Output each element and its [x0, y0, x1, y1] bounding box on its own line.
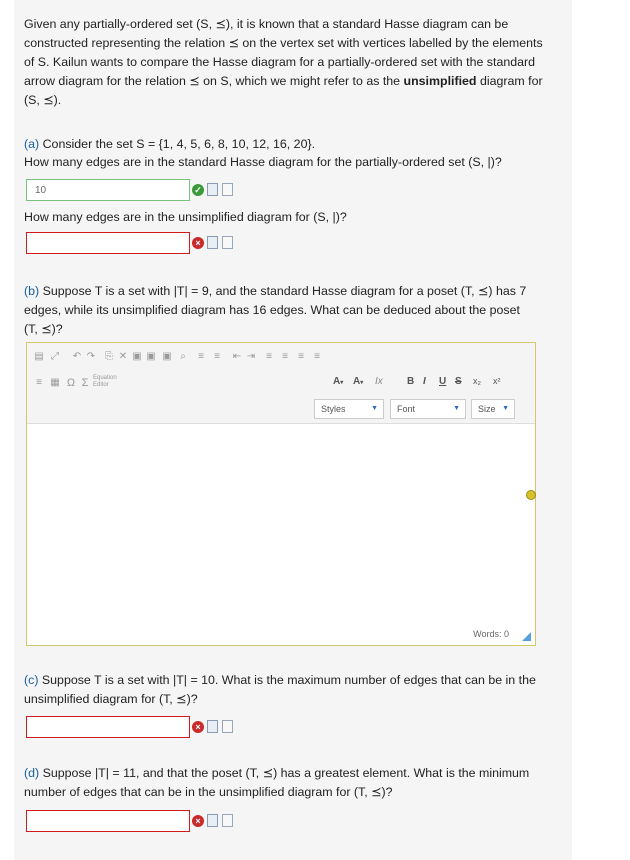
bulleted-list-icon[interactable]: ≡: [211, 351, 223, 363]
part-d-line-2: number of edges that can be in the unsim…: [24, 785, 393, 799]
worksheet-icon[interactable]: [207, 814, 218, 827]
remove-format-button[interactable]: Ix: [375, 376, 383, 387]
answer-c-input[interactable]: [26, 716, 190, 738]
worksheet-icon[interactable]: [207, 236, 218, 249]
bold-button[interactable]: B: [407, 376, 414, 387]
incorrect-x-icon: ×: [192, 815, 204, 827]
cut-icon[interactable]: ✕: [117, 351, 129, 363]
outdent-icon[interactable]: ⇤: [231, 351, 243, 363]
equation-editor-label[interactable]: Equation Editor: [93, 375, 117, 389]
font-color-button[interactable]: A▾: [333, 376, 343, 387]
intro-line-1: Given any partially-ordered set (S, ⪯), …: [24, 17, 509, 31]
align-right-icon[interactable]: ≡: [295, 351, 307, 363]
paste-text-icon[interactable]: ▣: [145, 351, 157, 363]
correct-check-icon: ✓: [192, 184, 204, 196]
answer-a2-input[interactable]: [26, 232, 190, 254]
strikethrough-button[interactable]: S: [455, 376, 462, 387]
intro-line-2: constructed representing the relation ⪯ …: [24, 36, 543, 50]
superscript-button[interactable]: x²: [493, 376, 501, 386]
part-d-line-1: (d) Suppose |T| = 11, and that the poset…: [24, 766, 530, 780]
part-c-line-1: (c) Suppose T is a set with |T| = 10. Wh…: [24, 673, 536, 687]
part-b-line-1: (b) Suppose T is a set with |T| = 9, and…: [24, 284, 527, 298]
part-b-line-2: edges, while its unsimplified diagram ha…: [24, 303, 520, 317]
horizontal-line-icon[interactable]: ≡: [33, 377, 45, 389]
size-dropdown[interactable]: Size ▼: [471, 399, 515, 419]
answer-a1-input[interactable]: 10: [26, 179, 190, 201]
part-c-line-2: unsimplified diagram for (T, ⪯)?: [24, 692, 198, 706]
special-char-icon[interactable]: Ω: [65, 377, 77, 389]
intro-line-3: of S. Kailun wants to compare the Hasse …: [24, 55, 536, 69]
redo-icon[interactable]: ↷: [85, 351, 97, 363]
document-icon[interactable]: [222, 814, 233, 827]
styles-dropdown[interactable]: Styles ▼: [314, 399, 384, 419]
incorrect-x-icon: ×: [192, 237, 204, 249]
paste-word-icon[interactable]: ▣: [161, 351, 173, 363]
maximize-icon[interactable]: ⤢: [49, 351, 61, 363]
part-b-label: (b): [24, 284, 40, 298]
document-icon[interactable]: [222, 720, 233, 733]
bg-color-button[interactable]: A▾: [353, 376, 363, 387]
worksheet-icon[interactable]: [207, 183, 218, 196]
paste-icon[interactable]: ▣: [131, 351, 143, 363]
rich-text-editor[interactable]: ▤ ⤢ ↶ ↷ ⎘ ✕ ▣ ▣ ▣ ⌕ ≡ ≡ ⇤ ⇥ ≡ ≡ ≡ ≡ ≡ ▦ …: [26, 342, 536, 646]
part-a-label: (a): [24, 137, 40, 151]
find-icon[interactable]: ⌕: [177, 351, 189, 363]
numbered-list-icon[interactable]: ≡: [195, 351, 207, 363]
question-page: Given any partially-ordered set (S, ⪯), …: [14, 0, 572, 860]
incorrect-x-icon: ×: [192, 721, 204, 733]
part-c-label: (c): [24, 673, 39, 687]
intro-line-5: (S, ⪯).: [24, 93, 62, 107]
worksheet-icon[interactable]: [207, 720, 218, 733]
document-icon[interactable]: [222, 183, 233, 196]
italic-button[interactable]: I: [423, 376, 426, 387]
undo-icon[interactable]: ↶: [71, 351, 83, 363]
editor-toolbar: ▤ ⤢ ↶ ↷ ⎘ ✕ ▣ ▣ ▣ ⌕ ≡ ≡ ⇤ ⇥ ≡ ≡ ≡ ≡ ≡ ▦ …: [27, 343, 535, 424]
equation-icon[interactable]: Σ: [79, 377, 91, 389]
indent-icon[interactable]: ⇥: [245, 351, 257, 363]
editor-content-area[interactable]: [27, 424, 535, 624]
document-icon[interactable]: [222, 236, 233, 249]
part-a-line: (a) Consider the set S = {1, 4, 5, 6, 8,…: [24, 137, 316, 151]
resize-handle[interactable]: [522, 632, 531, 641]
intro-line-4: arrow diagram for the relation ⪯ on S, w…: [24, 74, 543, 88]
underline-button[interactable]: U: [439, 376, 446, 387]
subscript-button[interactable]: x₂: [473, 376, 481, 386]
table-icon[interactable]: ▦: [49, 377, 61, 389]
copy-icon[interactable]: ⎘: [103, 351, 115, 363]
part-a-question-2: How many edges are in the unsimplified d…: [24, 210, 347, 224]
part-b-line-3: (T, ⪯)?: [24, 322, 63, 336]
justify-icon[interactable]: ≡: [311, 351, 323, 363]
pending-status-icon: [526, 490, 536, 500]
part-a-question-1: How many edges are in the standard Hasse…: [24, 155, 502, 169]
font-dropdown[interactable]: Font ▼: [390, 399, 466, 419]
align-left-icon[interactable]: ≡: [263, 351, 275, 363]
align-center-icon[interactable]: ≡: [279, 351, 291, 363]
part-d-label: (d): [24, 766, 40, 780]
source-icon[interactable]: ▤: [33, 351, 45, 363]
answer-d-input[interactable]: [26, 810, 190, 832]
word-count: Words: 0: [473, 629, 509, 639]
